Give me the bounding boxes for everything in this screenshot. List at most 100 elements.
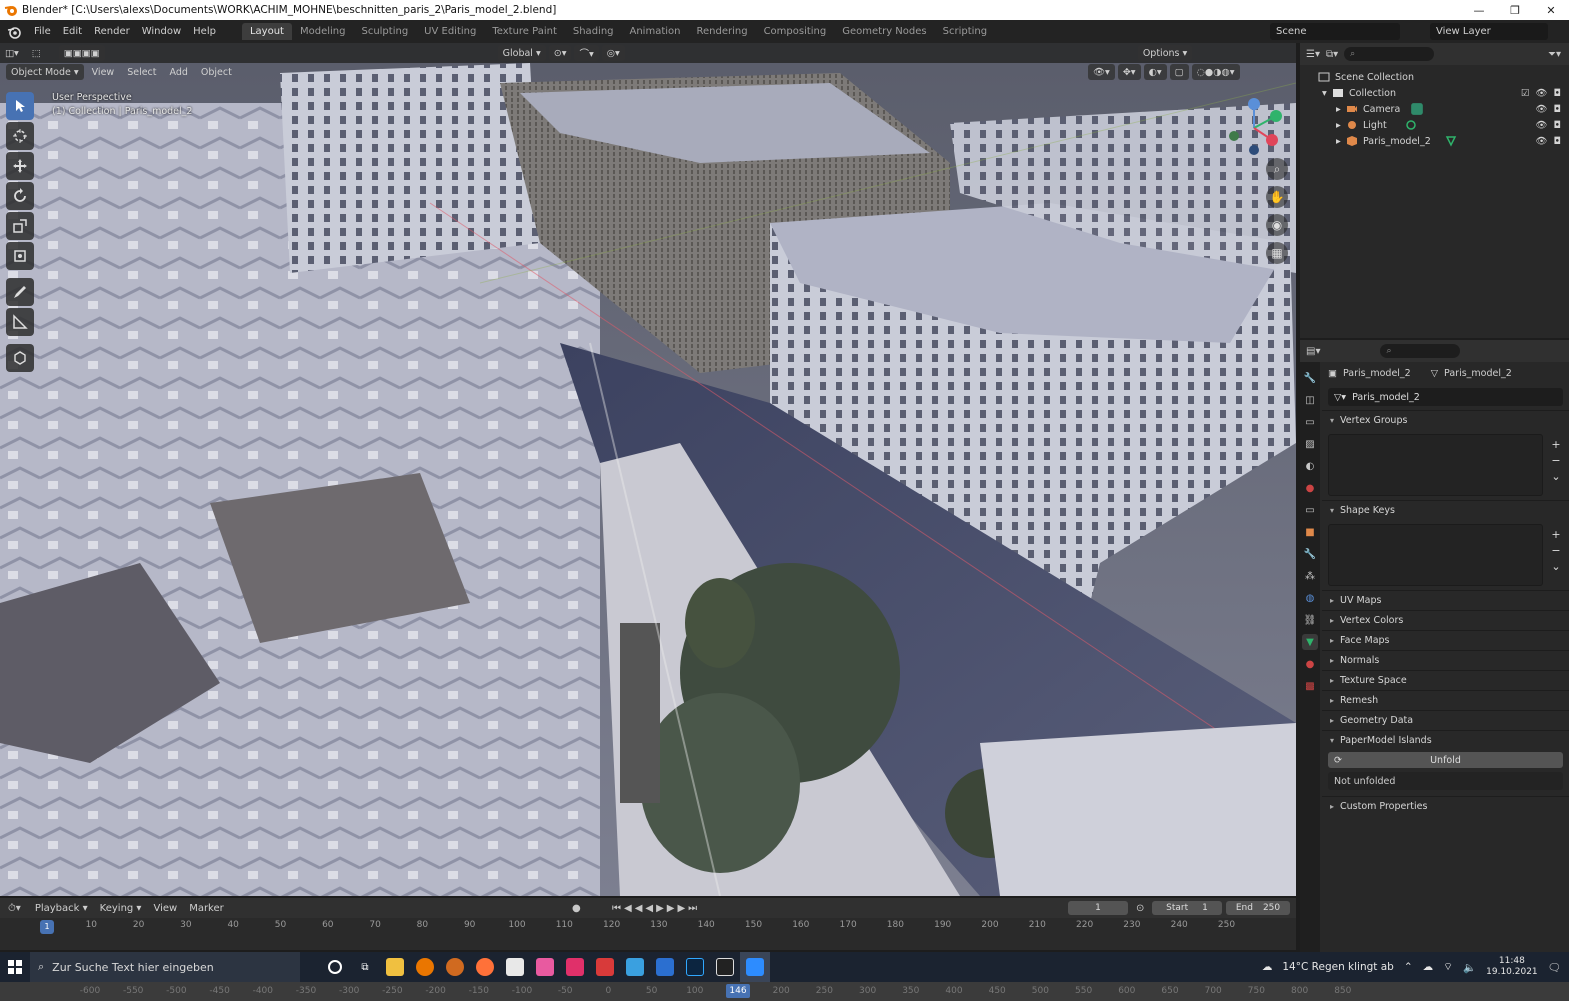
windows-start-icon[interactable] bbox=[0, 952, 30, 982]
remove-icon[interactable]: − bbox=[1549, 544, 1563, 558]
checkbox-icon[interactable]: ☑ bbox=[1521, 88, 1530, 99]
store-icon[interactable] bbox=[500, 952, 530, 982]
firefox-icon[interactable] bbox=[470, 952, 500, 982]
cortana-icon[interactable] bbox=[320, 952, 350, 982]
select-mode-buttons[interactable]: ▣▣▣▣ bbox=[58, 45, 105, 61]
pivot-dropdown[interactable]: ⊙▾ bbox=[548, 45, 572, 61]
render-camera-icon[interactable]: ◘ bbox=[1553, 136, 1561, 147]
zoom-app-icon[interactable] bbox=[740, 952, 770, 982]
gizmo-toggle[interactable]: ✥▾ bbox=[1117, 64, 1141, 80]
unfold-button[interactable]: ⟳ Unfold bbox=[1328, 752, 1563, 768]
view-layer-selector[interactable]: View Layer bbox=[1430, 23, 1548, 40]
network-icon[interactable]: ⌔ bbox=[1443, 960, 1453, 974]
outliner-row-paris-model[interactable]: ▸ Paris_model_2 👁 ◘ bbox=[1300, 133, 1569, 149]
record-icon[interactable]: ● bbox=[572, 903, 581, 914]
vertex-groups-list[interactable] bbox=[1328, 434, 1543, 496]
taskbar-search-input[interactable]: ⌕ Zur Suche Text hier eingeben bbox=[30, 952, 300, 982]
menu-help[interactable]: Help bbox=[187, 26, 222, 37]
indesign-icon[interactable] bbox=[560, 952, 590, 982]
tab-sculpting[interactable]: Sculpting bbox=[353, 23, 416, 40]
menu-render[interactable]: Render bbox=[88, 26, 136, 37]
panel-geometry-data[interactable]: ▸ Geometry Data bbox=[1322, 710, 1569, 730]
menu-marker[interactable]: Marker bbox=[183, 903, 230, 914]
eye-icon[interactable]: 👁 bbox=[1535, 136, 1547, 147]
expand-chevron-icon[interactable]: ▸ bbox=[1336, 136, 1346, 147]
menu-add[interactable]: Add bbox=[165, 64, 193, 80]
tab-modeling[interactable]: Modeling bbox=[292, 23, 354, 40]
photos-icon[interactable] bbox=[530, 952, 560, 982]
end-frame-field[interactable]: End 250 bbox=[1226, 901, 1290, 915]
graph-editor-ruler[interactable]: -600 -550 -500 -450 -400 -350 -300 -250 -200 -150… bbox=[0, 982, 1569, 1001]
panel-vertex-groups[interactable]: ▾ Vertex Groups bbox=[1322, 410, 1569, 430]
tab-geometry-nodes[interactable]: Geometry Nodes bbox=[834, 23, 934, 40]
proportional-edit-toggle[interactable]: ◎▾ bbox=[601, 45, 625, 61]
scene-tab-icon[interactable]: ◐ bbox=[1302, 458, 1318, 474]
current-frame-field[interactable]: 1 bbox=[1068, 901, 1128, 915]
mesh-browse-icon[interactable]: ▽▾ bbox=[1334, 392, 1346, 403]
panel-texture-space[interactable]: ▸ Texture Space bbox=[1322, 670, 1569, 690]
snap-toggle[interactable]: ⌒▾ bbox=[574, 45, 599, 61]
chevron-down-icon[interactable]: ⌄ bbox=[1549, 470, 1563, 484]
camera-view-icon[interactable]: ◉ bbox=[1266, 214, 1288, 236]
tab-scripting[interactable]: Scripting bbox=[935, 23, 995, 40]
minimize-button[interactable]: — bbox=[1461, 0, 1497, 20]
shading-mode-buttons[interactable]: ◌●◑◍▾ bbox=[1191, 64, 1240, 80]
display-mode-icon[interactable]: ⧉▾ bbox=[1326, 49, 1338, 60]
select-box-icon[interactable]: ⬚ bbox=[27, 45, 46, 61]
render-camera-icon[interactable]: ◘ bbox=[1553, 88, 1561, 99]
timeline-editor-icon[interactable]: ⏱▾ bbox=[8, 903, 21, 914]
preview-range-icon[interactable]: ⊙ bbox=[1136, 903, 1144, 914]
onedrive-icon[interactable]: ☁ bbox=[1423, 961, 1434, 973]
zoom-icon[interactable]: ⌕ bbox=[1266, 158, 1288, 180]
visibility-toggle[interactable]: 👁▾ bbox=[1088, 64, 1115, 80]
panel-custom-properties[interactable]: ▸ Custom Properties bbox=[1322, 796, 1569, 816]
annotate-tool[interactable] bbox=[6, 278, 34, 306]
view-layer-tab-icon[interactable]: ▨ bbox=[1302, 436, 1318, 452]
constraints-tab-icon[interactable]: ⛓ bbox=[1302, 612, 1318, 628]
render-tab-icon[interactable]: ◫ bbox=[1302, 392, 1318, 408]
expand-chevron-icon[interactable]: ▸ bbox=[1336, 120, 1346, 131]
menu-playback[interactable]: Playback ▾ bbox=[29, 903, 94, 914]
xray-toggle[interactable]: ▢ bbox=[1169, 64, 1189, 80]
collection-tab-icon[interactable]: ▭ bbox=[1302, 502, 1318, 518]
tool-tab-icon[interactable]: 🔧 bbox=[1302, 370, 1318, 386]
tab-rendering[interactable]: Rendering bbox=[688, 23, 755, 40]
render-camera-icon[interactable]: ◘ bbox=[1553, 104, 1561, 115]
eye-icon[interactable]: 👁 bbox=[1535, 104, 1547, 115]
mesh-data-tab-icon[interactable]: ▼ bbox=[1302, 634, 1318, 650]
output-tab-icon[interactable]: ▭ bbox=[1302, 414, 1318, 430]
playback-controls[interactable]: ⏮◀◀◀▶▶▶⏭ bbox=[612, 903, 700, 914]
material-tab-icon[interactable]: ● bbox=[1302, 656, 1318, 672]
world-tab-icon[interactable]: ● bbox=[1302, 480, 1318, 496]
tab-shading[interactable]: Shading bbox=[565, 23, 622, 40]
3d-viewport[interactable] bbox=[0, 43, 1296, 896]
physics-tab-icon[interactable]: ◍ bbox=[1302, 590, 1318, 606]
tab-animation[interactable]: Animation bbox=[622, 23, 689, 40]
remove-icon[interactable]: − bbox=[1549, 454, 1563, 468]
mesh-name-field[interactable]: ▽▾ Paris_model_2 bbox=[1328, 388, 1563, 406]
blender-taskbar-icon-2[interactable] bbox=[440, 952, 470, 982]
app-grid-icon[interactable] bbox=[710, 952, 740, 982]
filter-icon[interactable]: ⏷▾ bbox=[1548, 49, 1561, 60]
add-icon[interactable]: + bbox=[1549, 438, 1563, 452]
chevron-down-icon[interactable]: ⌄ bbox=[1549, 560, 1563, 574]
expand-chevron-icon[interactable]: ▾ bbox=[1322, 88, 1332, 99]
menu-keying[interactable]: Keying ▾ bbox=[94, 903, 148, 914]
add-icon[interactable]: + bbox=[1549, 528, 1563, 542]
navigation-gizmo[interactable] bbox=[1222, 96, 1286, 160]
modifier-tab-icon[interactable]: 🔧 bbox=[1302, 546, 1318, 562]
editor-type-icon[interactable]: ◫▾ bbox=[0, 45, 24, 61]
eye-icon[interactable]: 👁 bbox=[1535, 88, 1547, 99]
transform-tool[interactable] bbox=[6, 242, 34, 270]
expand-chevron-icon[interactable]: ▸ bbox=[1336, 104, 1346, 115]
menu-edit[interactable]: Edit bbox=[57, 26, 88, 37]
texture-tab-icon[interactable]: ▩ bbox=[1302, 678, 1318, 694]
panel-papermodel-islands[interactable]: ▾ PaperModel Islands bbox=[1322, 730, 1569, 750]
tab-uv-editing[interactable]: UV Editing bbox=[416, 23, 484, 40]
shape-keys-list[interactable] bbox=[1328, 524, 1543, 586]
menu-timeline-view[interactable]: View bbox=[147, 903, 183, 914]
task-view-icon[interactable]: ⧉ bbox=[350, 952, 380, 982]
clock[interactable]: 11:48 19.10.2021 bbox=[1486, 956, 1538, 978]
panel-face-maps[interactable]: ▸ Face Maps bbox=[1322, 630, 1569, 650]
weather-cloud-icon[interactable]: ☁ bbox=[1262, 961, 1273, 973]
